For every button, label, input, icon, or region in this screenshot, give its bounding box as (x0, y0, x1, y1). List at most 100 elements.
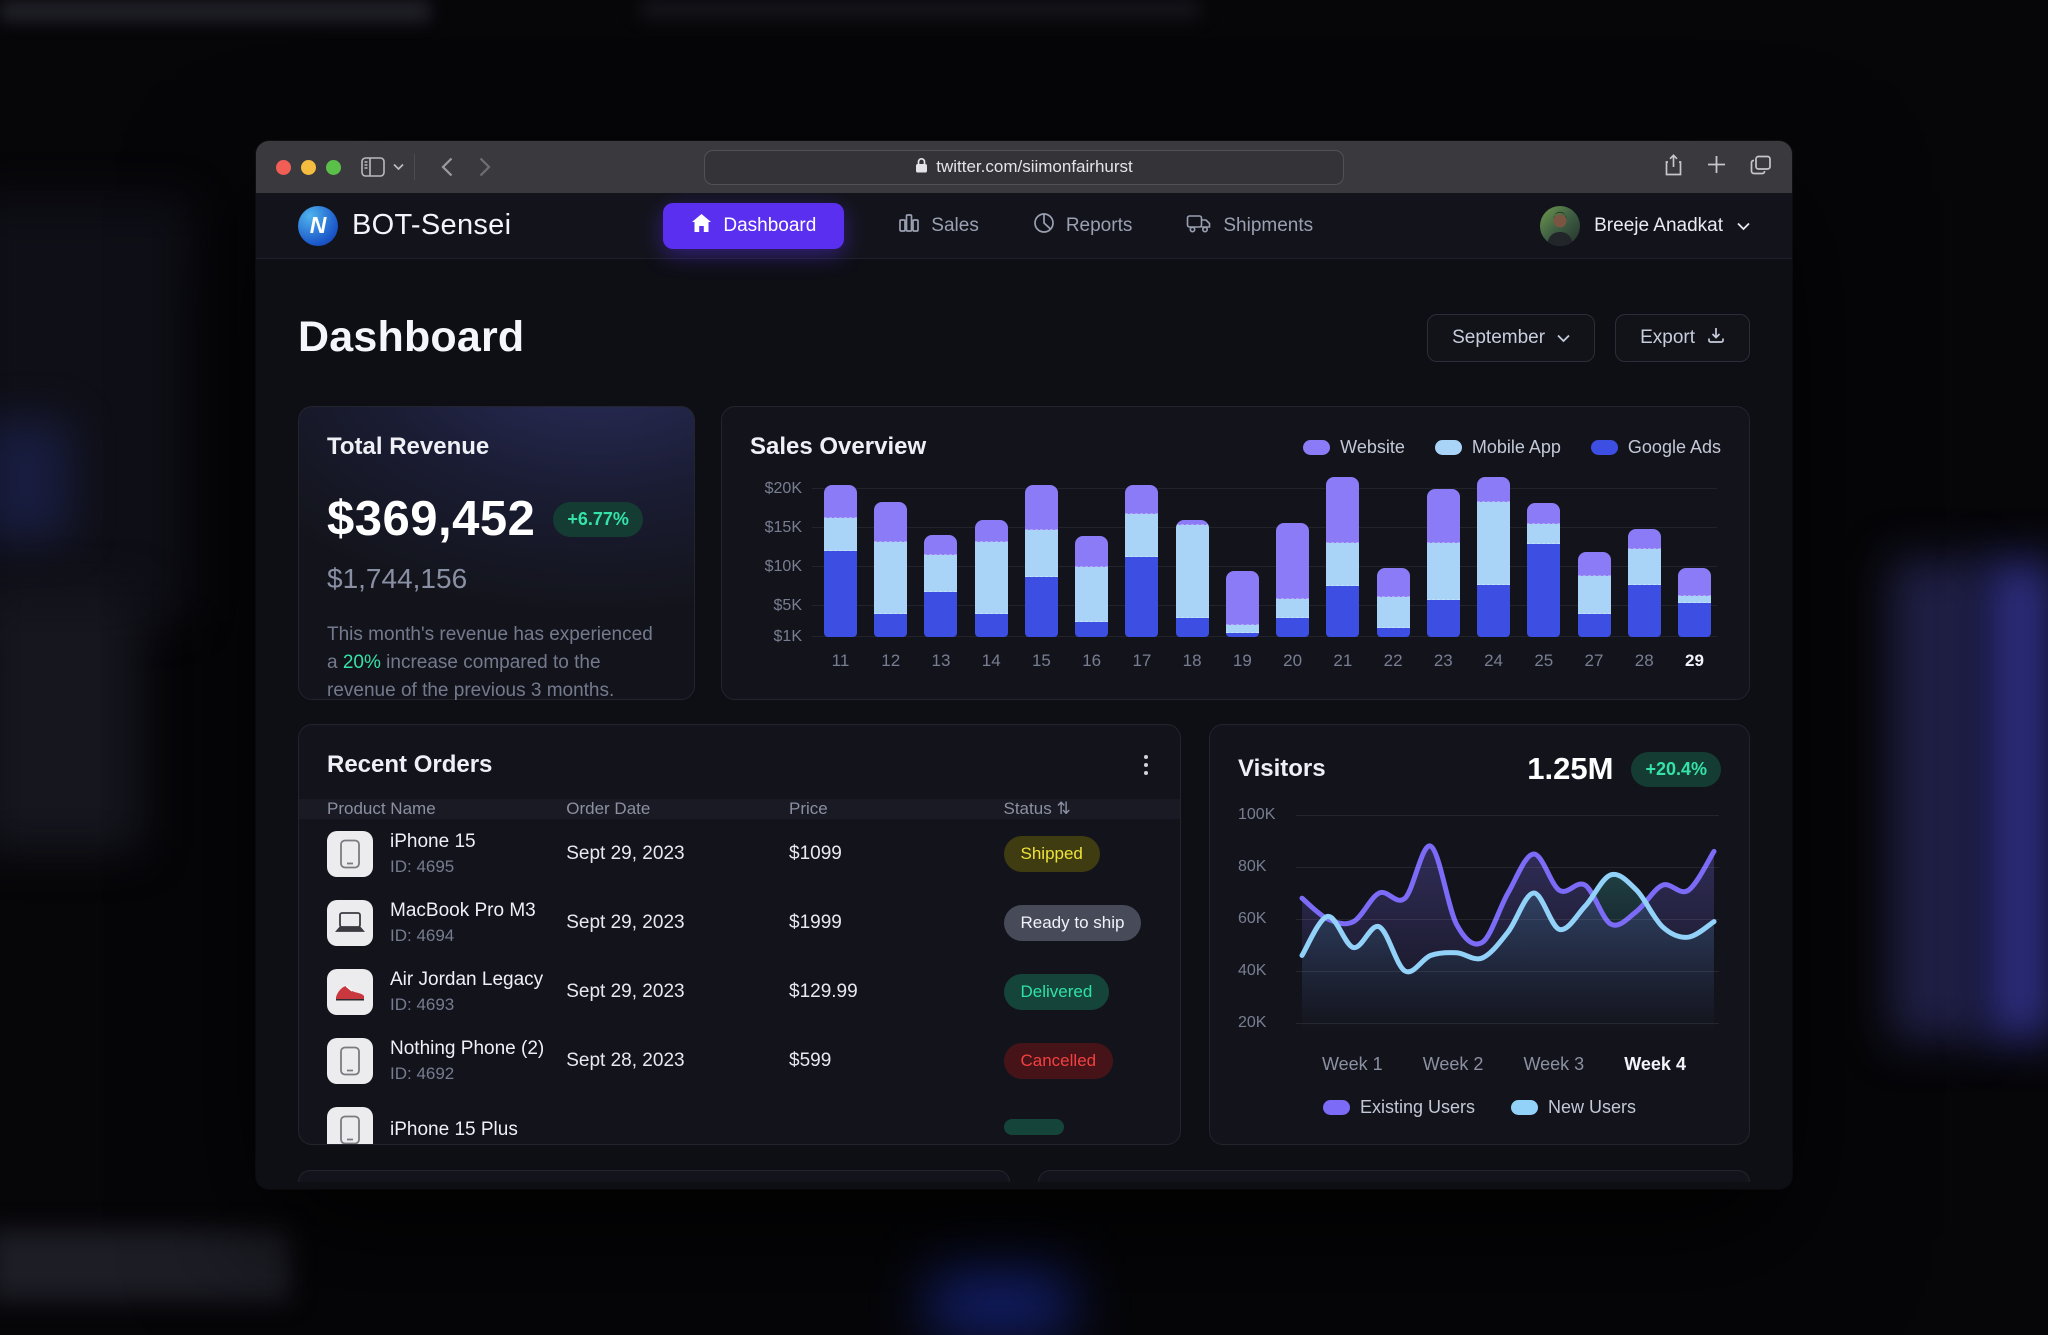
nav-item-sales[interactable]: Sales (898, 212, 979, 240)
nav-item-dashboard[interactable]: Dashboard (663, 202, 845, 249)
table-row[interactable]: iPhone 15 Plus (299, 1095, 1180, 1144)
share-icon[interactable] (1664, 153, 1683, 181)
column-status[interactable]: Status ⇅ (1004, 799, 1153, 819)
bar-stack (1175, 519, 1209, 637)
truck-icon (1186, 212, 1212, 240)
tabs-icon[interactable] (1750, 155, 1772, 180)
bar-segment-google-ads (1075, 622, 1109, 637)
brand-logo-icon: N (298, 205, 338, 246)
bar-segment-google-ads (1276, 618, 1310, 637)
bar-column[interactable]: 11 (824, 484, 857, 670)
sales-overview-title: Sales Overview (750, 433, 927, 460)
sales-legend: Website Mobile App Google Ads (1303, 437, 1721, 458)
bar-x-label: 20 (1283, 651, 1303, 670)
month-dropdown[interactable]: September (1427, 313, 1596, 362)
table-row[interactable]: Nothing Phone (2) ID: 4692 Sept 28, 2023 $5… (299, 1026, 1180, 1095)
back-icon[interactable] (441, 157, 453, 177)
product-name: iPhone 15 (390, 830, 476, 852)
table-row[interactable]: Air Jordan Legacy ID: 4693 Sept 29, 2023 $1… (299, 957, 1180, 1026)
new-tab-icon[interactable] (1707, 155, 1726, 179)
status-badge: Delivered (1003, 973, 1110, 1010)
more-options-icon[interactable] (1140, 751, 1152, 779)
bar-column[interactable]: 13 (924, 534, 958, 670)
phone-icon (327, 1106, 373, 1144)
revenue-secondary-value: $1,744,156 (327, 563, 468, 594)
backdrop-blur (0, 420, 70, 540)
bar-segment-website (1024, 484, 1058, 531)
order-price: $1999 (789, 911, 842, 933)
bar-column[interactable]: 20 (1276, 523, 1310, 670)
bar-segment-google-ads (1376, 627, 1410, 637)
next-card-stub (1038, 1170, 1750, 1182)
url-text: twitter.com/siimonfairhurst (936, 157, 1133, 176)
bar-segment-mobile-app (974, 541, 1008, 615)
bar-column[interactable]: 24 (1477, 477, 1511, 670)
bar-column[interactable]: 22 (1376, 567, 1410, 670)
bar-column[interactable]: 23 (1426, 488, 1460, 670)
bar-column[interactable]: 18 (1175, 519, 1209, 670)
table-row[interactable]: MacBook Pro M3 ID: 4694 Sept 29, 2023 $1999… (299, 888, 1180, 957)
week-label: Week 3 (1523, 1054, 1585, 1074)
product-text: iPhone 15 ID: 4695 (390, 831, 476, 877)
address-bar[interactable]: twitter.com/siimonfairhurst (704, 149, 1344, 185)
product-text: Air Jordan Legacy ID: 4693 (390, 969, 543, 1015)
window-controls (276, 159, 341, 175)
bar-segment-mobile-app (1426, 543, 1460, 600)
backdrop-blur (1985, 560, 2048, 1040)
product-text: Nothing Phone (2) ID: 4692 (390, 1038, 544, 1084)
user-name: Breeje Anadkat (1594, 214, 1723, 236)
bar-segment-website (1125, 484, 1159, 515)
revenue-value: $369,452 (327, 492, 536, 546)
bar-column[interactable]: 16 (1075, 535, 1109, 670)
download-icon (1707, 326, 1725, 350)
legend-swatch (1322, 1100, 1350, 1115)
bar-column[interactable]: 25 (1527, 502, 1561, 670)
table-row[interactable]: iPhone 15 ID: 4695 Sept 29, 2023 $1099 Shipp… (299, 819, 1180, 888)
toolbar-divider (414, 154, 415, 180)
bar-column[interactable]: 21 (1326, 477, 1360, 670)
product-id: ID: 4693 (390, 994, 455, 1014)
bar-segment-mobile-app (1577, 576, 1611, 614)
bar-segment-website (1276, 523, 1310, 599)
backdrop-blur (0, 1230, 290, 1300)
axis-tick-label: 40K (1238, 962, 1267, 979)
forward-icon[interactable] (479, 157, 491, 177)
bar-segment-mobile-app (924, 555, 958, 592)
product-cell: iPhone 15 ID: 4695 (327, 830, 566, 877)
gridline (1296, 971, 1719, 972)
bar-segment-google-ads (924, 591, 958, 637)
bar-stack (1477, 477, 1511, 637)
bar-segment-website (824, 484, 857, 519)
bar-segment-website (1075, 535, 1109, 567)
bar-column[interactable]: 12 (874, 502, 908, 670)
user-menu[interactable]: Breeje Anadkat (1540, 205, 1750, 246)
page-title: Dashboard (298, 313, 525, 361)
backdrop-blur (0, 200, 190, 620)
bar-column[interactable]: 28 (1627, 528, 1661, 670)
bar-column[interactable]: 15 (1024, 484, 1058, 670)
bar-x-label: 11 (831, 651, 850, 670)
legend-swatch (1434, 439, 1462, 455)
week-label: Week 2 (1422, 1054, 1484, 1074)
bar-stack (874, 502, 908, 637)
bar-column[interactable]: 17 (1125, 484, 1159, 670)
brand[interactable]: N BOT-Sensei (298, 205, 511, 246)
chevron-down-icon[interactable] (393, 163, 404, 171)
nav-item-reports[interactable]: Reports (1033, 212, 1132, 240)
legend-item: Existing Users (1322, 1097, 1475, 1118)
bar-column[interactable]: 29 (1677, 567, 1711, 670)
sort-icon: ⇅ (1056, 799, 1071, 818)
minimize-window-button[interactable] (301, 159, 316, 175)
zoom-window-button[interactable] (326, 159, 341, 175)
bar-column[interactable]: 19 (1225, 570, 1259, 670)
order-status: Delivered (1003, 973, 1153, 1010)
close-window-button[interactable] (276, 159, 291, 175)
bar-column[interactable]: 27 (1577, 551, 1611, 670)
sidebar-toggle-icon[interactable] (361, 157, 385, 177)
visitors-value: 1.25M (1527, 751, 1614, 786)
product-text: MacBook Pro M3 ID: 4694 (390, 900, 536, 946)
export-button[interactable]: Export (1615, 313, 1750, 362)
bar-segment-google-ads (874, 614, 908, 637)
bar-column[interactable]: 14 (974, 519, 1008, 670)
nav-item-shipments[interactable]: Shipments (1186, 212, 1313, 240)
